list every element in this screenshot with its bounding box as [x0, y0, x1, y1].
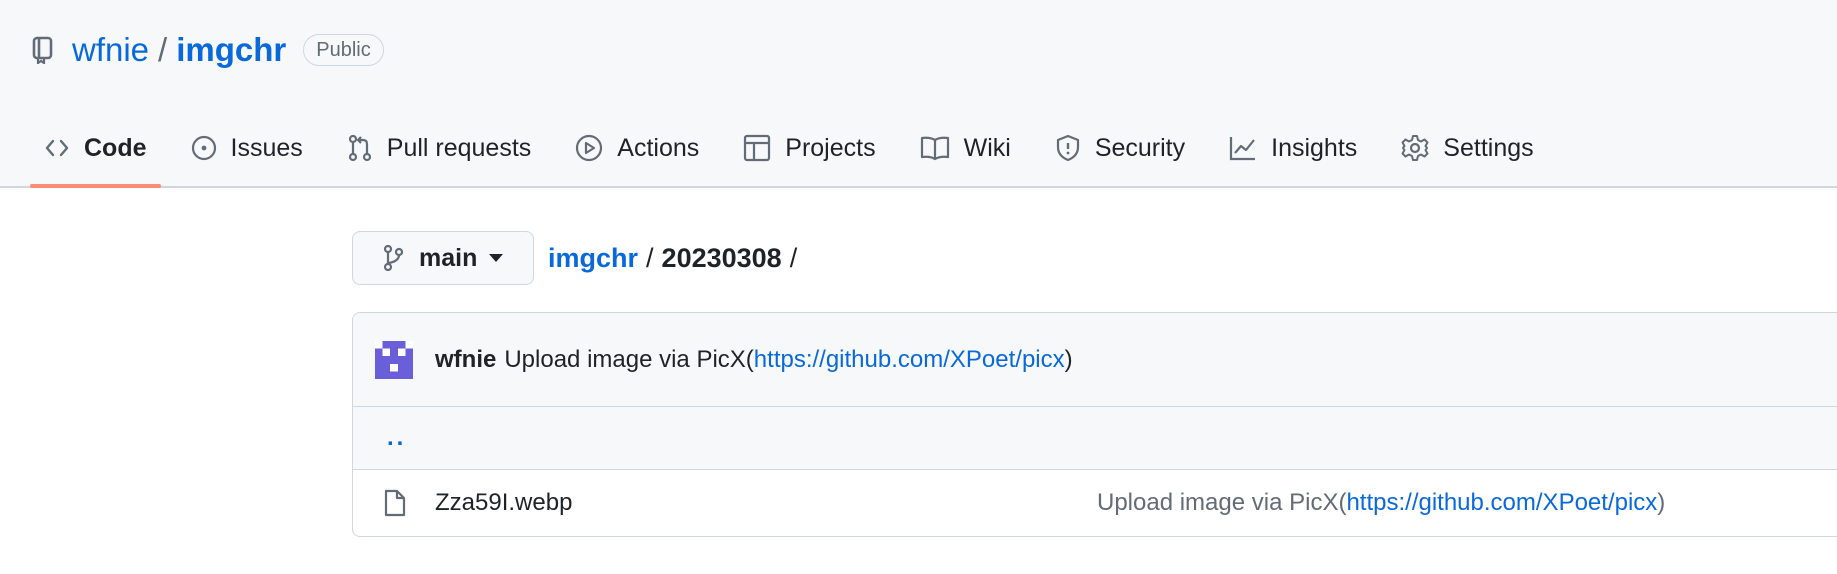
breadcrumb-current-folder: 20230308	[661, 242, 782, 273]
file-name-link[interactable]: Zza59I.webp	[435, 489, 572, 517]
tab-label: Issues	[230, 133, 303, 162]
gear-icon	[1401, 135, 1429, 161]
breadcrumb-repo-link[interactable]: imgchr	[548, 243, 638, 274]
commit-message-prefix: Upload image via PicX(	[504, 345, 754, 373]
avatar[interactable]	[375, 340, 413, 379]
title-separator: /	[158, 31, 168, 68]
tab-wiki[interactable]: Wiki	[906, 120, 1025, 176]
shield-icon	[1056, 134, 1079, 162]
tab-settings[interactable]: Settings	[1387, 120, 1547, 176]
repo-icon	[32, 34, 58, 66]
file-commit-message: Upload image via PicX(https://github.com…	[1097, 489, 1665, 517]
breadcrumb-trailing-separator: /	[789, 242, 798, 273]
parent-directory-link[interactable]: ..	[387, 424, 406, 452]
tab-label: Code	[84, 133, 147, 162]
tab-pull-requests[interactable]: Pull requests	[333, 120, 546, 176]
table-icon	[744, 134, 771, 162]
issue-opened-icon	[191, 135, 216, 161]
tab-label: Security	[1094, 133, 1186, 162]
commit-message-suffix: )	[1064, 345, 1073, 373]
file-icon	[383, 489, 407, 517]
branch-and-path: main imgchr / 20230308 /	[352, 231, 805, 285]
graph-icon	[1230, 137, 1256, 161]
tab-actions[interactable]: Actions	[561, 120, 713, 176]
tab-label: Wiki	[963, 133, 1011, 162]
parent-directory-row[interactable]: ..	[353, 407, 1837, 470]
tab-label: Pull requests	[386, 133, 532, 162]
git-branch-icon	[383, 245, 403, 271]
code-icon	[45, 139, 69, 157]
repo-header: wfnie / imgchr Public Code Issues Pull r…	[0, 0, 1837, 188]
branch-select-button[interactable]: main	[352, 231, 534, 285]
tab-label: Actions	[617, 133, 700, 162]
tab-security[interactable]: Security	[1041, 120, 1199, 176]
visibility-badge: Public	[303, 34, 384, 66]
play-icon	[576, 134, 603, 162]
file-browser: wfnie Upload image via PicX(https://gith…	[352, 312, 1837, 537]
file-row[interactable]: Zza59I.webp Upload image via PicX(https:…	[353, 470, 1837, 536]
latest-commit-row: wfnie Upload image via PicX(https://gith…	[353, 313, 1837, 407]
file-commit-link[interactable]: https://github.com/XPoet/picx	[1346, 489, 1657, 516]
git-pull-request-icon	[348, 134, 371, 162]
file-commit-suffix: )	[1657, 489, 1666, 516]
repo-owner-link[interactable]: wfnie	[72, 31, 149, 69]
tab-issues[interactable]: Issues	[177, 120, 317, 176]
repo-nav: Code Issues Pull requests Actions Projec…	[30, 120, 1564, 188]
commit-message-link[interactable]: https://github.com/XPoet/picx	[754, 346, 1065, 374]
tab-insights[interactable]: Insights	[1215, 120, 1371, 176]
file-commit-prefix: Upload image via PicX(	[1097, 489, 1347, 516]
book-icon	[920, 136, 949, 161]
repo-title: wfnie / imgchr Public	[32, 28, 384, 72]
caret-down-icon	[489, 254, 504, 262]
tab-projects[interactable]: Projects	[729, 120, 889, 176]
tab-code[interactable]: Code	[30, 120, 161, 188]
repo-name-link[interactable]: imgchr	[176, 31, 286, 69]
commit-author-link[interactable]: wfnie	[435, 346, 496, 374]
tab-label: Projects	[785, 133, 876, 162]
tab-label: Settings	[1443, 133, 1534, 162]
branch-name: main	[419, 243, 478, 272]
tab-label: Insights	[1271, 133, 1358, 162]
breadcrumb-separator: /	[646, 242, 654, 273]
